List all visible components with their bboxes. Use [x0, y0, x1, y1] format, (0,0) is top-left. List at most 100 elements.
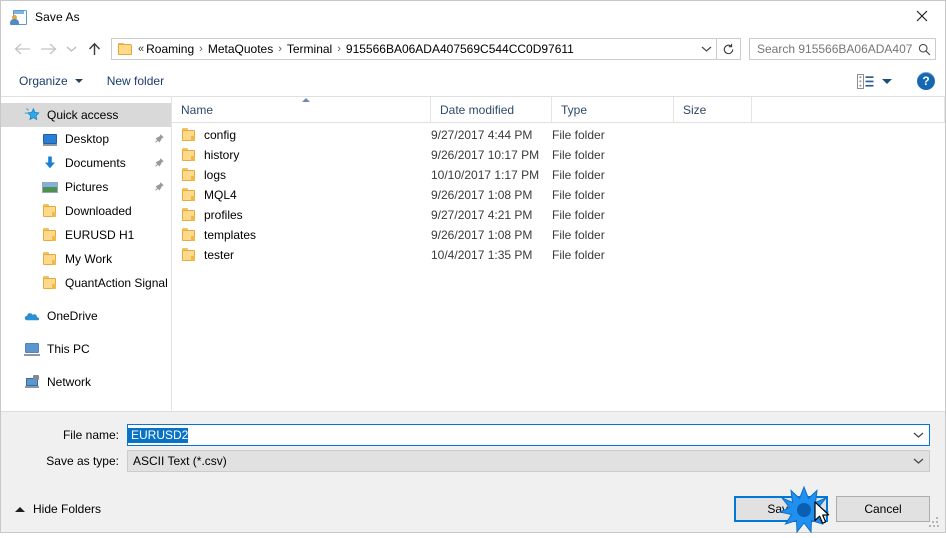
file-name-dropdown-button[interactable]: [907, 431, 929, 439]
organize-label: Organize: [19, 74, 68, 88]
forward-button[interactable]: [35, 36, 61, 62]
sidebar-item-my-work[interactable]: My Work: [1, 247, 171, 271]
file-type-cell: File folder: [552, 248, 605, 262]
save-as-type-row: Save as type: ASCII Text (*.csv): [1, 450, 945, 472]
sidebar-item-label: Desktop: [65, 132, 110, 146]
file-name-label: profiles: [204, 208, 243, 222]
table-row[interactable]: history 9/26/2017 10:17 PM File folder: [172, 145, 945, 165]
change-view-button[interactable]: [854, 71, 895, 92]
address-dropdown-button[interactable]: [696, 39, 716, 59]
save-as-type-label: Save as type:: [46, 454, 119, 468]
dialog-body: Quick access Desktop Documents Pictures …: [1, 97, 945, 411]
sidebar-item-documents[interactable]: Documents: [1, 151, 171, 175]
column-header-date-modified[interactable]: Date modified: [431, 97, 552, 122]
sidebar-item-downloaded[interactable]: Downloaded: [1, 199, 171, 223]
breadcrumb-item-terminal-id[interactable]: 915566BA06ADA407569C544CC0D97611: [346, 42, 574, 56]
file-name-label: MQL4: [204, 188, 237, 202]
file-type-cell: File folder: [552, 208, 605, 222]
search-icon: [913, 43, 935, 56]
column-header-type[interactable]: Type: [552, 97, 674, 122]
folder-icon: [42, 227, 58, 243]
breadcrumb-overflow-icon[interactable]: «: [138, 43, 144, 55]
breadcrumb-item-roaming[interactable]: Roaming: [146, 42, 194, 56]
column-header-size[interactable]: Size: [674, 97, 752, 122]
file-date-cell: 10/10/2017 1:17 PM: [431, 168, 540, 182]
help-button[interactable]: ?: [917, 72, 935, 90]
sidebar-item-quick-access[interactable]: Quick access: [1, 103, 171, 127]
save-as-icon: [10, 9, 27, 25]
column-header-label: Type: [561, 102, 588, 117]
new-folder-label: New folder: [106, 74, 165, 88]
file-name-label: history: [204, 148, 240, 162]
back-button[interactable]: [9, 36, 35, 62]
resize-grip-icon[interactable]: [929, 517, 940, 528]
hide-folders-button[interactable]: Hide Folders: [11, 502, 101, 516]
search-input[interactable]: Search 915566BA06ADA40756...: [750, 42, 913, 56]
file-date-cell: 9/26/2017 1:08 PM: [431, 228, 533, 242]
table-row[interactable]: profiles 9/27/2017 4:21 PM File folder: [172, 205, 945, 225]
address-bar[interactable]: « Roaming › MetaQuotes › Terminal › 9155…: [111, 38, 717, 60]
save-button[interactable]: Save: [734, 496, 828, 522]
chevron-down-icon: [74, 79, 83, 83]
sidebar-item-label: QuantAction Signal: [65, 276, 168, 290]
breadcrumb-separator-icon: ›: [337, 43, 341, 55]
chevron-down-icon: [66, 46, 76, 52]
new-folder-button[interactable]: New folder: [103, 71, 168, 91]
sidebar-item-label: This PC: [47, 342, 90, 356]
desktop-icon: [42, 131, 58, 147]
save-form: File name: EURUSD2 Save as type: ASCII T…: [1, 411, 945, 486]
save-as-type-dropdown-button[interactable]: [907, 457, 929, 465]
file-name-cell: logs: [172, 167, 431, 183]
cancel-button[interactable]: Cancel: [836, 496, 930, 522]
folder-icon: [181, 147, 197, 163]
navigation-pane: Quick access Desktop Documents Pictures …: [1, 97, 172, 411]
file-type-cell: File folder: [552, 228, 605, 242]
sidebar-item-desktop[interactable]: Desktop: [1, 127, 171, 151]
save-label: Save: [767, 502, 795, 516]
pin-icon[interactable]: [153, 157, 165, 169]
sidebar-item-label: Pictures: [65, 180, 109, 194]
file-name-label: config: [204, 128, 237, 142]
column-header-name[interactable]: Name: [172, 97, 431, 122]
folder-icon: [42, 203, 58, 219]
sidebar-item-label: Downloaded: [65, 204, 132, 218]
table-row[interactable]: tester 10/4/2017 1:35 PM File folder: [172, 245, 945, 265]
sidebar-item-quantaction-signal[interactable]: QuantAction Signal: [1, 271, 171, 295]
sidebar-item-this-pc[interactable]: This PC: [1, 337, 171, 361]
breadcrumb-item-metaquotes[interactable]: MetaQuotes: [208, 42, 273, 56]
file-type-cell: File folder: [552, 148, 605, 162]
sidebar-item-eurusd-h1[interactable]: EURUSD H1: [1, 223, 171, 247]
up-one-level-button[interactable]: [81, 36, 107, 62]
sidebar-item-label: My Work: [65, 252, 113, 266]
breadcrumb-item-terminal[interactable]: Terminal: [287, 42, 332, 56]
table-row[interactable]: config 9/27/2017 4:44 PM File folder: [172, 125, 945, 145]
table-row[interactable]: logs 10/10/2017 1:17 PM File folder: [172, 165, 945, 185]
file-list-pane: Name Date modified Type Size config 9/27…: [172, 97, 945, 411]
pictures-icon: [42, 179, 58, 195]
file-rows: config 9/27/2017 4:44 PM File folder his…: [172, 123, 945, 411]
save-as-type-select[interactable]: ASCII Text (*.csv): [127, 450, 930, 472]
sidebar-item-pictures[interactable]: Pictures: [1, 175, 171, 199]
navigation-bar: « Roaming › MetaQuotes › Terminal › 9155…: [1, 32, 945, 66]
recent-locations-button[interactable]: [61, 36, 81, 62]
chevron-down-icon: [913, 458, 923, 464]
sidebar-item-onedrive[interactable]: OneDrive: [1, 304, 171, 328]
table-row[interactable]: MQL4 9/26/2017 1:08 PM File folder: [172, 185, 945, 205]
save-as-dialog: Save As « Roaming › MetaQuotes › Termina…: [0, 0, 946, 534]
breadcrumb: « Roaming › MetaQuotes › Terminal › 9155…: [138, 42, 696, 56]
file-name-input[interactable]: EURUSD2: [127, 424, 930, 446]
pin-icon[interactable]: [153, 181, 165, 193]
file-name-value: EURUSD2: [128, 427, 189, 443]
star-icon: [24, 107, 40, 123]
close-button[interactable]: [899, 1, 945, 31]
search-box[interactable]: Search 915566BA06ADA40756...: [749, 38, 936, 60]
table-row[interactable]: templates 9/26/2017 1:08 PM File folder: [172, 225, 945, 245]
organize-button[interactable]: Organize: [15, 71, 87, 91]
file-name-cell: MQL4: [172, 187, 431, 203]
pin-icon[interactable]: [153, 133, 165, 145]
refresh-button[interactable]: [717, 38, 741, 60]
sidebar-item-network[interactable]: Network: [1, 370, 171, 394]
column-header-label: Name: [181, 102, 214, 117]
